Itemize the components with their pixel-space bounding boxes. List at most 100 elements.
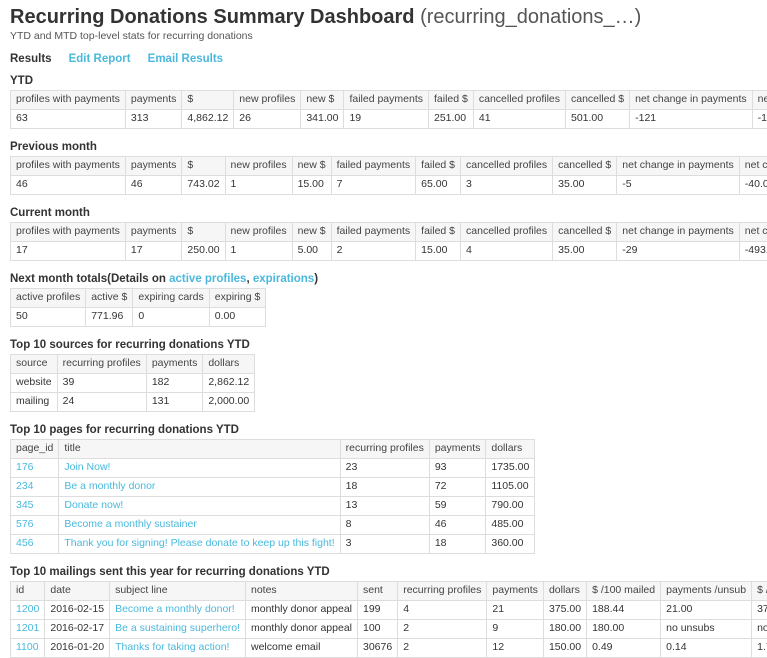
link-active-profiles[interactable]: active profiles bbox=[169, 273, 246, 285]
col-new-profiles: new profiles bbox=[225, 157, 292, 176]
link-page-id[interactable]: 176 bbox=[16, 461, 34, 473]
col-failed-dollars: failed $ bbox=[416, 223, 461, 242]
cell-dollars-per-unsub: no unsubs bbox=[752, 620, 767, 639]
table-header-row: profiles with payments payments $ new pr… bbox=[11, 223, 767, 242]
link-mailing-id[interactable]: 1100 bbox=[16, 641, 39, 653]
col-recurring-profiles: recurring profiles bbox=[57, 355, 146, 374]
cell-failed-payments: 19 bbox=[344, 110, 429, 129]
link-mailing-id[interactable]: 1201 bbox=[16, 622, 39, 634]
cell-net-change-in-payments: -121 bbox=[630, 110, 753, 129]
cell-sent: 100 bbox=[358, 620, 398, 639]
cell-payments: 12 bbox=[487, 639, 544, 658]
cell-payments: 182 bbox=[146, 374, 203, 393]
col-net-change-in-payments: net change in payments bbox=[630, 91, 753, 110]
cell-new-profiles: 26 bbox=[234, 110, 301, 129]
cell-payments: 21 bbox=[487, 601, 544, 620]
cell-sent: 199 bbox=[358, 601, 398, 620]
col-cancelled-profiles: cancelled profiles bbox=[461, 157, 553, 176]
section-top-mailings: Top 10 mailings sent this year for recur… bbox=[10, 566, 757, 658]
top-mailings-table: id date subject line notes sent recurrin… bbox=[10, 581, 767, 658]
cell-page-id: 456 bbox=[11, 535, 59, 554]
cell-new-profiles: 1 bbox=[225, 176, 292, 195]
col-dollars: $ bbox=[182, 157, 225, 176]
section-heading-top-sources: Top 10 sources for recurring donations Y… bbox=[10, 339, 757, 351]
cell-active-profiles: 50 bbox=[11, 308, 86, 327]
cell-dollars: 375.00 bbox=[543, 601, 586, 620]
link-page-id[interactable]: 234 bbox=[16, 480, 34, 492]
col-new-profiles: new profiles bbox=[234, 91, 301, 110]
col-payments: payments bbox=[125, 157, 182, 176]
cell-dollars: 1735.00 bbox=[486, 459, 535, 478]
table-row: 63 313 4,862.12 26 341.00 19 251.00 41 5… bbox=[11, 110, 767, 129]
col-dollars: dollars bbox=[543, 582, 586, 601]
cell-id: 1100 bbox=[11, 639, 45, 658]
link-page-title[interactable]: Be a monthly donor bbox=[64, 480, 155, 492]
cell-dollars: 360.00 bbox=[486, 535, 535, 554]
cell-failed-dollars: 15.00 bbox=[416, 242, 461, 261]
col-subject-line: subject line bbox=[110, 582, 246, 601]
link-page-title[interactable]: Join Now! bbox=[64, 461, 110, 473]
cell-profiles-with-payments: 46 bbox=[11, 176, 126, 195]
link-expirations[interactable]: expirations bbox=[253, 273, 314, 285]
section-heading-next-month-totals: Next month totals(Details on active prof… bbox=[10, 273, 757, 285]
cell-net-change-in-payments: -29 bbox=[617, 242, 740, 261]
cell-payments: 313 bbox=[125, 110, 182, 129]
cell-recurring-profiles: 4 bbox=[398, 601, 487, 620]
cell-cancelled-dollars: 35.00 bbox=[553, 176, 617, 195]
link-page-id[interactable]: 576 bbox=[16, 518, 34, 530]
cell-failed-dollars: 251.00 bbox=[429, 110, 474, 129]
col-net-change-in-payments: net change in payments bbox=[617, 223, 740, 242]
cell-subject-line: Become a monthly donor! bbox=[110, 601, 246, 620]
section-ytd: YTD profiles with payments payments $ ne… bbox=[10, 75, 757, 129]
col-failed-payments: failed payments bbox=[331, 157, 416, 176]
link-mailing-subject[interactable]: Be a sustaining superhero! bbox=[115, 622, 240, 634]
link-mailing-id[interactable]: 1200 bbox=[16, 603, 39, 615]
cell-title: Thank you for signing! Please donate to … bbox=[59, 535, 340, 554]
table-row: 50 771.96 0 0.00 bbox=[11, 308, 266, 327]
cell-payments: 18 bbox=[429, 535, 486, 554]
cell-date: 2016-02-15 bbox=[45, 601, 110, 620]
table-row: 46 46 743.02 1 15.00 7 65.00 3 35.00 -5 … bbox=[11, 176, 767, 195]
cell-cancelled-dollars: 501.00 bbox=[566, 110, 630, 129]
col-payments: payments bbox=[125, 223, 182, 242]
table-header-row: active profiles active $ expiring cards … bbox=[11, 289, 266, 308]
col-cancelled-dollars: cancelled $ bbox=[566, 91, 630, 110]
tab-results[interactable]: Results bbox=[10, 53, 52, 65]
next-month-heading-detail: (Details on bbox=[107, 273, 169, 285]
table-header-row: profiles with payments payments $ new pr… bbox=[11, 91, 767, 110]
link-page-title[interactable]: Donate now! bbox=[64, 499, 123, 511]
cell-dollars: 250.00 bbox=[182, 242, 225, 261]
cell-source: mailing bbox=[11, 393, 58, 412]
cell-dollars-per-unsub: 375.00 bbox=[752, 601, 767, 620]
tab-edit-report[interactable]: Edit Report bbox=[69, 53, 131, 65]
link-page-title[interactable]: Become a monthly sustainer bbox=[64, 518, 196, 530]
tab-email-results[interactable]: Email Results bbox=[148, 53, 223, 65]
cell-dollars: 180.00 bbox=[543, 620, 586, 639]
table-row: 12002016-02-15Become a monthly donor!mon… bbox=[11, 601, 767, 620]
col-page-id: page_id bbox=[11, 440, 59, 459]
col-dollars-per-unsub: $ /unsub bbox=[752, 582, 767, 601]
cell-notes: monthly donor appeal bbox=[246, 620, 358, 639]
cell-failed-payments: 7 bbox=[331, 176, 416, 195]
table-row: 576Become a monthly sustainer846485.00 bbox=[11, 516, 535, 535]
cell-dollars: 150.00 bbox=[543, 639, 586, 658]
cell-new-dollars: 341.00 bbox=[301, 110, 344, 129]
col-profiles-with-payments: profiles with payments bbox=[11, 91, 126, 110]
cell-dollars: 485.00 bbox=[486, 516, 535, 535]
next-month-totals-table: active profiles active $ expiring cards … bbox=[10, 288, 266, 327]
col-net-change-in-dollars: net change in $ bbox=[739, 157, 767, 176]
link-page-id[interactable]: 456 bbox=[16, 537, 34, 549]
dashboard-page: Recurring Donations Summary Dashboard (r… bbox=[0, 0, 767, 658]
link-page-id[interactable]: 345 bbox=[16, 499, 34, 511]
link-page-title[interactable]: Thank you for signing! Please donate to … bbox=[64, 537, 334, 549]
cell-recurring-profiles: 8 bbox=[340, 516, 429, 535]
link-mailing-subject[interactable]: Thanks for taking action! bbox=[115, 641, 229, 653]
report-tabbar: Results Edit Report Email Results bbox=[10, 53, 757, 65]
table-row: 456 Thank you for signing! Please donate … bbox=[11, 535, 535, 554]
page-title-report-key: (recurring_donations_…) bbox=[420, 6, 641, 28]
section-top-sources: Top 10 sources for recurring donations Y… bbox=[10, 339, 757, 412]
cell-source: website bbox=[11, 374, 58, 393]
cell-expiring-dollars: 0.00 bbox=[209, 308, 266, 327]
link-mailing-subject[interactable]: Become a monthly donor! bbox=[115, 603, 235, 615]
cell-expiring-cards: 0 bbox=[133, 308, 209, 327]
